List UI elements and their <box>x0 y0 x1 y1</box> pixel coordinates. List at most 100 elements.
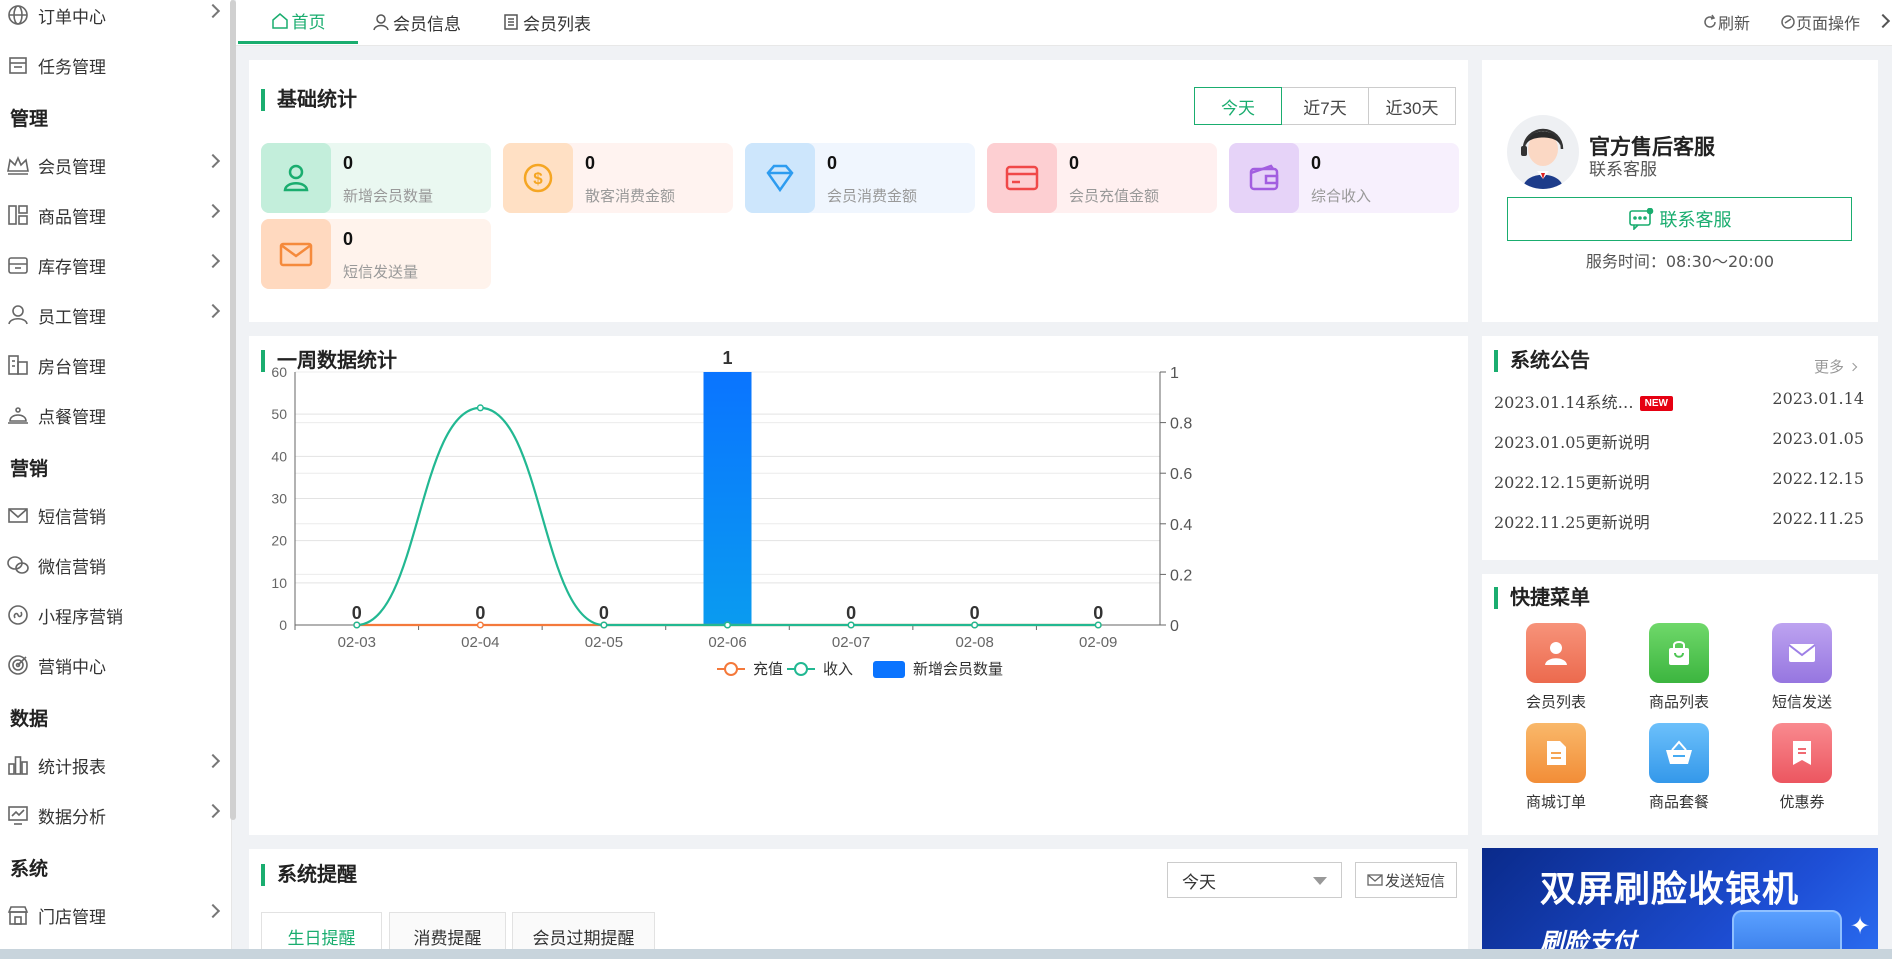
quick-item-product-package[interactable]: 商品套餐 <box>1624 723 1734 823</box>
quick-item-label: 会员列表 <box>1525 694 1586 711</box>
section-title-system: 系统 <box>10 859 49 880</box>
series-point <box>476 404 484 412</box>
y-tick-label-right: 1 <box>1170 365 1179 382</box>
series-point <box>600 621 608 629</box>
chevron-right-icon <box>205 3 221 19</box>
notice-row[interactable]: 2023.01.14系统… NEW 2023.01.14 <box>1494 389 1864 419</box>
quick-item-mall-orders[interactable]: 商城订单 <box>1501 723 1611 823</box>
chevron-right-icon[interactable] <box>1875 13 1891 29</box>
bar-data-label: 0 <box>846 603 856 623</box>
stat-card-guest-spend[interactable]: $ 0 散客消费金额 <box>503 143 733 213</box>
sidebar-item-inventory[interactable]: 库存管理 <box>0 240 230 290</box>
sidebar-item-label: 员工管理 <box>38 307 106 327</box>
coupon-icon <box>1772 723 1832 783</box>
stat-value: 0 <box>343 153 354 173</box>
sidebar-item-products[interactable]: 商品管理 <box>0 190 230 240</box>
bar-data-label: 0 <box>599 603 609 623</box>
contact-service-button[interactable]: 联系客服 <box>1507 197 1852 241</box>
sidebar-item-rooms[interactable]: 房台管理 <box>0 340 230 390</box>
chevron-right-icon <box>205 803 221 819</box>
sidebar-item-stores[interactable]: 门店管理 <box>0 890 230 940</box>
promo-banner[interactable]: 双屏刷脸收银机 刷脸支付 ✦ <box>1482 848 1878 959</box>
home-icon <box>271 12 288 29</box>
chat-icon <box>1628 208 1653 230</box>
sidebar-item-sms-marketing[interactable]: 短信营销 <box>0 490 230 540</box>
quick-item-sms-send[interactable]: 短信发送 <box>1747 623 1857 723</box>
document-icon <box>1526 723 1586 783</box>
user-icon <box>373 14 389 31</box>
sidebar-item-wechat-marketing[interactable]: 微信营销 <box>0 540 230 590</box>
sidebar-item-miniprogram-marketing[interactable]: 小程序营销 <box>0 590 230 640</box>
sidebar-item-marketing-center[interactable]: 营销中心 <box>0 640 230 690</box>
quick-item-member-list[interactable]: 会员列表 <box>1501 623 1611 723</box>
stat-value: 0 <box>1069 153 1080 173</box>
stat-card-sms-sent[interactable]: 0 短信发送量 <box>261 219 491 289</box>
notice-title: 2022.11.25更新说明 <box>1494 513 1650 532</box>
sidebar-item-analysis[interactable]: 数据分析 <box>0 790 230 840</box>
tab-home[interactable]: 首页 <box>238 0 358 44</box>
sidebar-item-label: 营销中心 <box>38 657 106 677</box>
refresh-button[interactable]: 刷新 <box>1702 10 1750 34</box>
range-7days-button[interactable]: 近7天 <box>1281 87 1369 125</box>
select-value: 今天 <box>1182 872 1216 892</box>
chevron-right-icon <box>205 903 221 919</box>
sidebar-item-members[interactable]: 会员管理 <box>0 140 230 190</box>
promo-headline: 双屏刷脸收银机 <box>1540 868 1800 909</box>
stat-card-new-members[interactable]: 0 新增会员数量 <box>261 143 491 213</box>
x-tick-label: 02-07 <box>832 634 870 651</box>
basket-icon <box>1649 723 1709 783</box>
quick-item-label: 商城订单 <box>1525 794 1586 811</box>
tab-member-info[interactable]: 会员信息 <box>372 0 461 44</box>
stat-label: 综合收入 <box>1311 188 1372 205</box>
page-operations-button[interactable]: 页面操作 <box>1780 10 1860 34</box>
notice-row[interactable]: 2022.12.15更新说明 2022.12.15 <box>1494 469 1864 499</box>
sidebar-item-label: 数据分析 <box>38 807 106 827</box>
sidebar-item-tasks[interactable]: 任务管理 <box>0 40 230 90</box>
series-point <box>353 621 361 629</box>
sidebar-item-staff[interactable]: 员工管理 <box>0 290 230 340</box>
notice-row[interactable]: 2022.11.25更新说明 2022.11.25 <box>1494 509 1864 539</box>
stat-label: 短信发送量 <box>343 264 419 281</box>
sidebar-item-label: 统计报表 <box>38 757 106 777</box>
sidebar-item-reports[interactable]: 统计报表 <box>0 740 230 790</box>
sidebar-item-ordering[interactable]: 点餐管理 <box>0 390 230 440</box>
sidebar-item-label: 任务管理 <box>38 57 106 77</box>
tab-label: 会员列表 <box>523 14 591 34</box>
x-tick-label: 02-03 <box>338 634 376 651</box>
stat-label: 会员消费金额 <box>827 188 918 205</box>
range-today-button[interactable]: 今天 <box>1194 87 1282 125</box>
stat-card-member-spend[interactable]: 0 会员消费金额 <box>745 143 975 213</box>
series-point <box>971 621 979 629</box>
send-sms-button[interactable]: 发送短信 <box>1355 862 1457 898</box>
notice-more-link[interactable]: 更多 <box>1814 356 1858 377</box>
quick-item-product-list[interactable]: 商品列表 <box>1624 623 1734 723</box>
quick-menu-title: 快捷菜单 <box>1494 587 1590 609</box>
svg-text:$: $ <box>533 169 543 188</box>
refresh-icon <box>1704 14 1716 28</box>
tab-label: 首页 <box>291 13 326 32</box>
notice-title: 2023.01.05更新说明 <box>1494 433 1650 452</box>
mail-icon <box>6 503 30 527</box>
section-title-marketing: 营销 <box>10 459 49 480</box>
quick-item-coupon[interactable]: 优惠券 <box>1747 723 1857 823</box>
mail-icon <box>1367 874 1383 886</box>
stat-value: 0 <box>585 153 596 173</box>
notice-row[interactable]: 2023.01.05更新说明 2023.01.05 <box>1494 429 1864 459</box>
sidebar-item-label: 会员管理 <box>38 157 106 177</box>
sidebar-item-label: 商品管理 <box>38 207 106 227</box>
range-30days-button[interactable]: 近30天 <box>1368 87 1456 125</box>
chevron-right-icon <box>1848 362 1858 371</box>
refresh-label: 刷新 <box>1718 16 1751 33</box>
tab-member-list[interactable]: 会员列表 <box>502 0 591 44</box>
bottom-bar <box>0 949 1892 959</box>
target-icon <box>6 653 30 677</box>
sidebar-item-orders[interactable]: 订单中心 <box>0 0 230 40</box>
legend-point-marker <box>794 662 808 676</box>
reminder-date-select[interactable]: 今天 <box>1167 862 1342 898</box>
stat-card-total-income[interactable]: 0 综合收入 <box>1229 143 1459 213</box>
stat-card-member-recharge[interactable]: 0 会员充值金额 <box>987 143 1217 213</box>
stat-label: 散客消费金额 <box>585 188 676 205</box>
sidebar-scrollbar[interactable] <box>230 0 236 820</box>
legend-label: 新增会员数量 <box>913 661 1003 678</box>
series-point <box>476 621 484 629</box>
